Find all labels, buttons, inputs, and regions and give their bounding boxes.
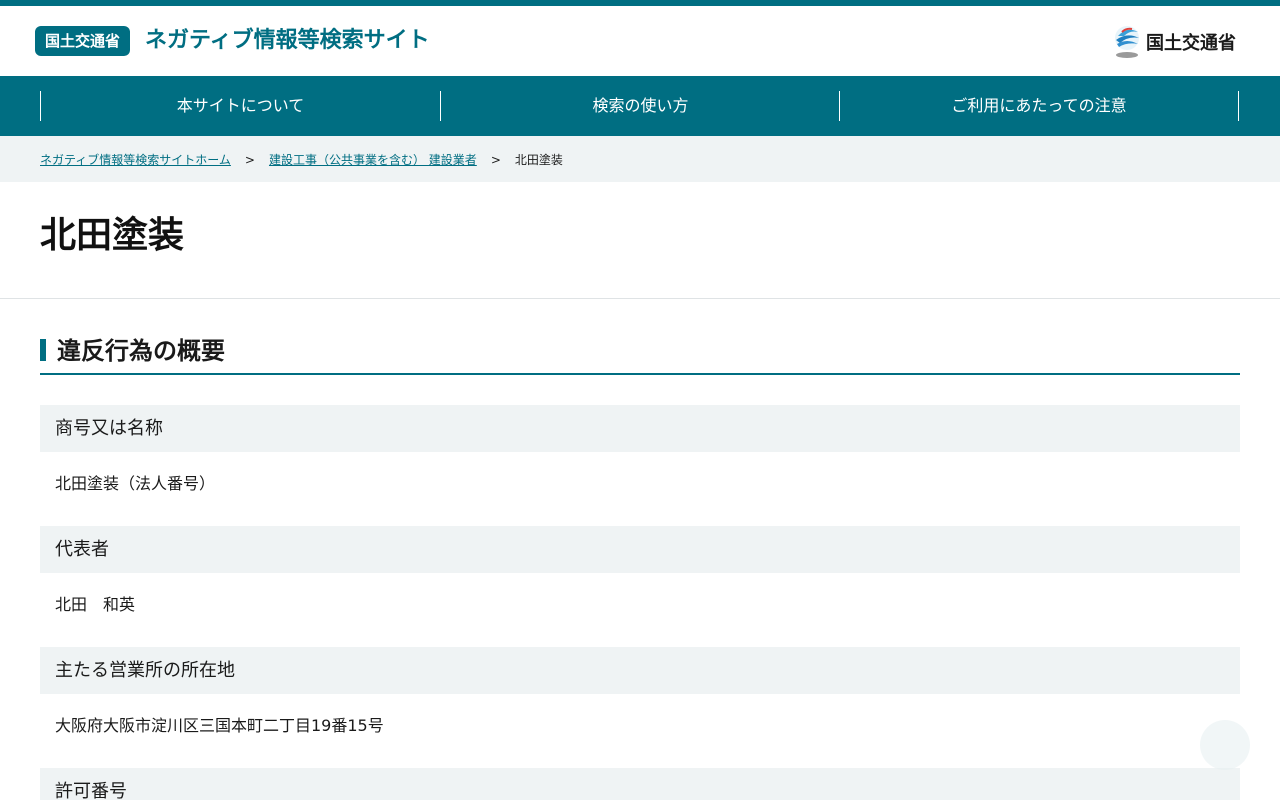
breadcrumb-bar: ネガティブ情報等検索サイトホーム > 建設工事（公共事業を含む） 建設業者 > … bbox=[0, 136, 1280, 182]
field-value-trade-name: 北田塗装（法人番号） bbox=[55, 474, 216, 493]
site-title[interactable]: ネガティブ情報等検索サイト bbox=[145, 26, 430, 56]
field-label-license-number: 許可番号 bbox=[40, 768, 1240, 800]
breadcrumb-category-link[interactable]: 建設工事（公共事業を含む） 建設業者 bbox=[269, 151, 477, 168]
breadcrumb-separator: > bbox=[490, 152, 501, 167]
field-value-representative: 北田 和英 bbox=[55, 595, 136, 614]
field-value-main-office-address: 大阪府大阪市淀川区三国本町二丁目19番15号 bbox=[55, 716, 384, 735]
nav-item-about[interactable]: 本サイトについて bbox=[40, 91, 440, 121]
section-heading: 違反行為の概要 bbox=[40, 336, 1240, 375]
page-top-button[interactable] bbox=[1200, 720, 1250, 770]
title-divider bbox=[0, 298, 1280, 299]
section-title: 違反行為の概要 bbox=[57, 337, 225, 365]
nav-item-how-to-search[interactable]: 検索の使い方 bbox=[440, 91, 840, 121]
ministry-name: 国土交通省 bbox=[1146, 33, 1236, 54]
ministry-emblem-icon bbox=[1115, 26, 1139, 58]
breadcrumb: ネガティブ情報等検索サイトホーム > 建設工事（公共事業を含む） 建設業者 > … bbox=[40, 151, 563, 168]
field-label-main-office-address: 主たる営業所の所在地 bbox=[40, 647, 1240, 694]
field-label-trade-name: 商号又は名称 bbox=[40, 405, 1240, 452]
breadcrumb-home-link[interactable]: ネガティブ情報等検索サイトホーム bbox=[40, 151, 231, 168]
site-header: 国土交通省 ネガティブ情報等検索サイト 国土交通省 bbox=[0, 6, 1280, 76]
breadcrumb-current: 北田塗装 bbox=[514, 153, 563, 167]
page-title: 北田塗装 bbox=[40, 215, 185, 256]
ministry-badge[interactable]: 国土交通省 bbox=[35, 26, 131, 56]
field-label-representative: 代表者 bbox=[40, 526, 1240, 573]
breadcrumb-separator: > bbox=[244, 152, 255, 167]
section-heading-bar bbox=[40, 339, 46, 361]
global-nav: 本サイトについて 検索の使い方 ご利用にあたっての注意 bbox=[0, 76, 1280, 136]
ministry-logo[interactable]: 国土交通省 bbox=[1112, 24, 1236, 60]
nav-item-usage-notes[interactable]: ご利用にあたっての注意 bbox=[839, 91, 1239, 121]
